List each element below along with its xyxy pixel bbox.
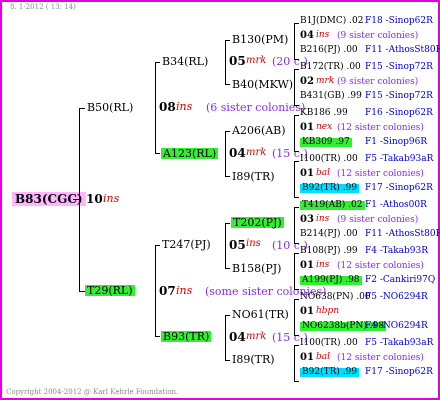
gen3-queen-3[interactable]: A206(AB) [232,125,286,136]
gen2-queen-3[interactable]: T247(PJ) [162,239,211,250]
gen2-mark-4: mrk [246,331,267,342]
gen4-year-2: 02 [300,76,314,87]
gen4-sire-line-2: F15 -Sinop72R [365,62,433,72]
gen1-queen-1[interactable]: B50(RL) [87,102,133,113]
gen3-queen-1[interactable]: B130(PM) [232,34,288,45]
gen4-note-6: (12 sister colonies) [337,261,424,271]
gen1-note-1: (6 sister colonies) [206,101,306,114]
gen4-dam-line-8: F17 -Sinop62R [365,367,433,377]
gen4-sire-6[interactable]: B108(PJ) .99 [300,247,358,256]
gen2-mark-1: mrk [246,55,267,66]
gen4-mark-3: nex [316,122,333,132]
gen4-year-7: 01 [300,306,314,317]
gen4-year-4: 01 [300,168,314,179]
gen4-sire-line-6: F4 -Takab93R [365,246,429,256]
gen2-queen-1[interactable]: B34(RL) [162,56,208,67]
gen4-sire-line-5: F1 -Athos00R [365,200,427,210]
gen4-year-1: 04 [300,30,314,41]
gen4-mark-4: bal [316,168,331,178]
gen1-mark-2: ins [176,284,193,297]
gen4-dam-1[interactable]: B216(PJ) .00 [300,46,358,55]
gen4-mark-6: ins [316,260,330,270]
gen1-year-1: 08 [159,100,176,114]
gen3-queen-6[interactable]: B158(PJ) [232,263,281,274]
gen4-sire-line-7: F5 -NO6294R [365,292,428,302]
gen4-mark-1: ins [316,30,330,40]
gen2-year-2: 04 [229,146,246,160]
gen4-sire-1[interactable]: B1J(DMC) .02 [300,17,363,26]
gen4-sire-7[interactable]: NO638(PN) .00 [300,293,371,302]
gen2-mark-2: mrk [246,147,267,158]
gen4-sire-line-4: F5 -Takab93aR [365,154,434,164]
gen4-sire-line-1: F18 -Sinop62R [365,16,433,26]
gen4-mark-5: ins [316,214,330,224]
gen4-dam-line-2: F15 -Sinop72R [365,91,433,101]
gen3-queen-8[interactable]: I89(TR) [232,354,275,365]
gen4-dam-line-5: F11 -AthosSt80R [365,229,440,239]
gen4-mark-8: bal [316,352,331,362]
gen4-sire-5[interactable]: T419(AB) .02 [300,201,365,210]
gen4-sire-line-8: F5 -Takab93aR [365,338,434,348]
gen4-year-6: 01 [300,260,314,271]
gen4-note-4: (12 sister colonies) [337,169,424,179]
gen4-sire-8[interactable]: I100(TR) .00 [300,339,358,348]
gen4-year-5: 03 [300,214,314,225]
gen4-sire-3[interactable]: KB186 .99 [300,109,348,118]
gen4-year-3: 01 [300,122,314,133]
root-breeder-mark: ins [103,192,120,205]
gen4-dam-line-1: F11 -AthosSt80R [365,45,440,55]
gen4-dam-4[interactable]: B92(TR) .99 [300,184,360,193]
gen1-queen-2[interactable]: T29(RL) [85,285,135,296]
gen3-queen-2[interactable]: B40(MKW) [232,79,293,90]
gen4-dam-line-3: F1 -Sinop96R [365,137,428,147]
gen4-dam-3[interactable]: KB309 .97 [300,138,352,147]
gen4-sire-4[interactable]: I100(TR) .00 [300,155,358,164]
gen4-sire-line-3: F16 -Sinop62R [365,108,433,118]
gen4-dam-5[interactable]: B214(PJ) .00 [300,230,358,239]
root-year: 10 [86,192,103,206]
gen4-sire-2[interactable]: B172(TR) .00 [300,63,361,72]
gen4-dam-2[interactable]: B431(GB) .99 [300,92,362,101]
gen4-note-1: (9 sister colonies) [337,31,419,41]
gen4-dam-line-6: F2 -Cankiri97Q [365,275,436,285]
copyright-footer: Copyright 2004-2012 @ Karl Kehrle Founda… [6,388,179,396]
gen3-queen-7[interactable]: NO61(TR) [232,309,289,320]
gen4-dam-8[interactable]: B92(TR) .99 [300,368,360,377]
gen1-mark-1: ins [176,100,193,113]
gen1-year-2: 07 [159,284,176,298]
gen2-year-3: 05 [229,238,246,252]
gen4-dam-line-7: F4 -NO6294R [365,321,428,331]
gen4-note-5: (9 sister colonies) [337,215,419,225]
gen2-year-1: 05 [229,54,246,68]
gen4-mark-2: mrk [316,76,335,86]
gen4-dam-6[interactable]: A199(PJ) .98 [300,276,362,285]
gen4-note-8: (12 sister colonies) [337,353,424,363]
gen4-note-2: (9 sister colonies) [337,77,419,87]
gen3-queen-5[interactable]: T202(PJ) [231,217,284,228]
gen3-queen-4[interactable]: I89(TR) [232,171,275,182]
gen2-queen-2[interactable]: A123(RL) [161,148,219,159]
gen2-year-4: 04 [229,330,246,344]
gen4-year-8: 01 [300,352,314,363]
gen4-dam-line-4: F17 -Sinop62R [365,183,433,193]
gen4-note-3: (12 sister colonies) [337,123,424,133]
gen2-mark-3: ins [246,238,261,249]
date-header: 8. 1-2012 ( 13: 14) [10,3,76,11]
gen4-mark-7: hbpn [316,306,340,316]
gen2-queen-4[interactable]: B93(TR) [161,331,212,342]
